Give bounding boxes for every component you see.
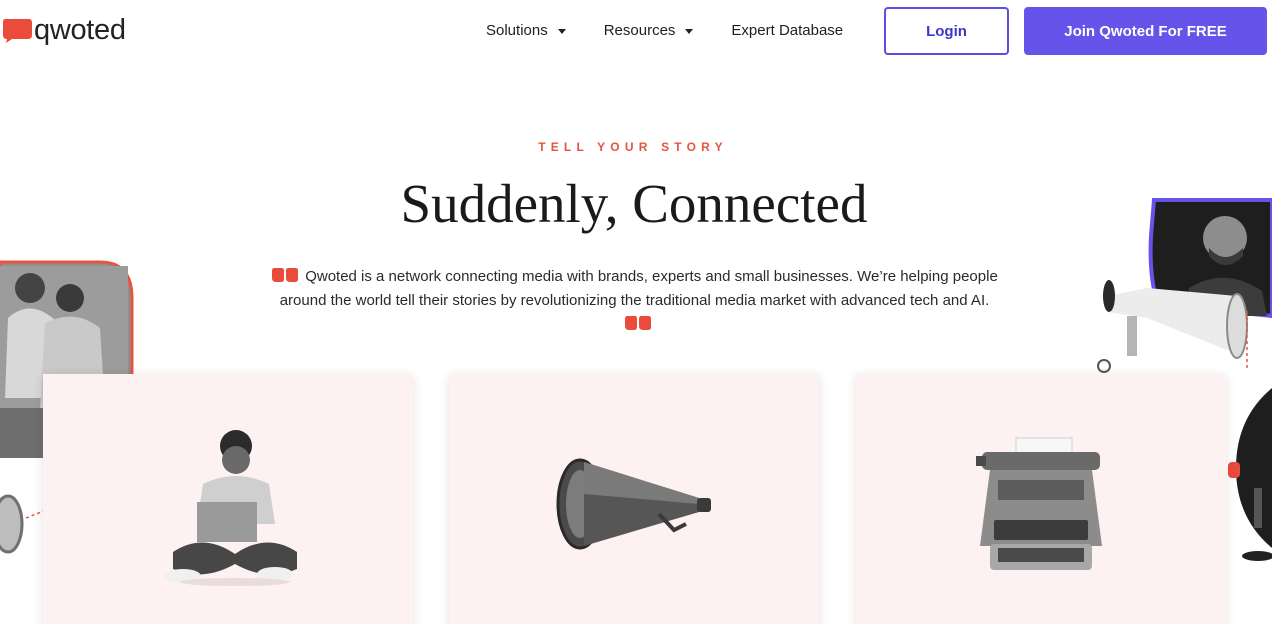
megaphone-icon	[556, 458, 711, 550]
main-nav: Solutions Resources Expert Database	[486, 10, 843, 50]
join-free-button[interactable]: Join Qwoted For FREE	[1024, 7, 1267, 55]
nav-solutions[interactable]: Solutions	[486, 22, 566, 39]
feature-card-experts[interactable]	[43, 374, 413, 624]
hero-eyebrow: TELL YOUR STORY	[538, 140, 728, 154]
microphone-image	[1228, 388, 1272, 561]
nav-expert-database-label: Expert Database	[731, 21, 844, 39]
quote-close-icon	[624, 316, 651, 330]
caret-down-icon	[557, 28, 566, 34]
feature-card-media[interactable]	[449, 374, 819, 624]
hero-intro: Qwoted is a network connecting media wit…	[268, 265, 1001, 337]
logo-wordmark: qwoted	[34, 13, 126, 46]
nav-solutions-label: Solutions	[486, 21, 548, 39]
hero-headline: Suddenly, Connected	[400, 173, 868, 234]
speech-bubble-logo-icon	[3, 19, 32, 43]
quote-open-icon	[272, 268, 299, 282]
man-with-megaphone-image	[1097, 198, 1272, 373]
nav-resources-label: Resources	[603, 21, 676, 39]
login-button[interactable]: Login	[884, 7, 1009, 55]
feature-card-brands[interactable]	[856, 374, 1226, 624]
woman-with-laptop-icon	[165, 430, 297, 586]
nav-expert-database[interactable]: Expert Database	[731, 22, 843, 39]
typewriter-icon	[976, 437, 1102, 570]
caret-down-icon	[685, 28, 694, 34]
qwoted-logo[interactable]: qwoted	[2, 12, 126, 48]
nav-resources[interactable]: Resources	[604, 22, 694, 39]
hero-intro-text: Qwoted is a network connecting media wit…	[279, 268, 998, 309]
